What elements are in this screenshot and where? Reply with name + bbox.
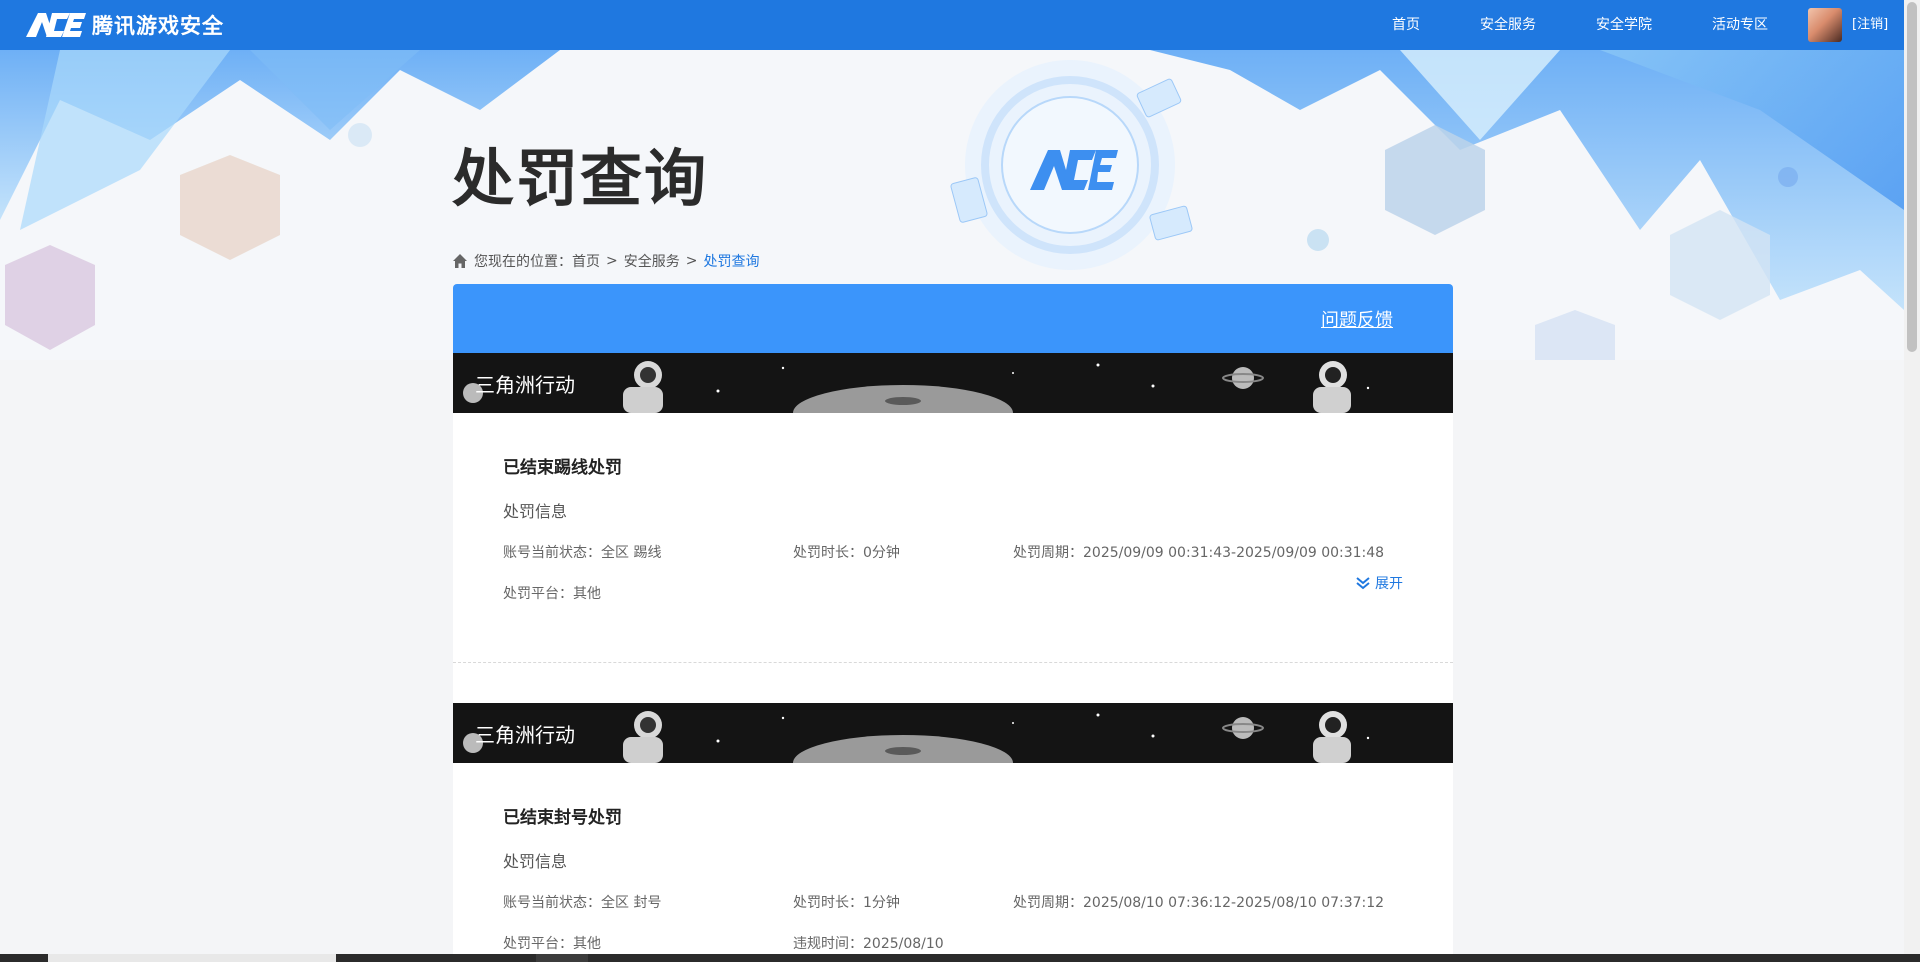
game-name: 三角洲行动 [475, 723, 575, 747]
account-status: 账号当前状态：全区 封号 [503, 895, 662, 911]
punishment-duration: 处罚时长：1分钟 [793, 895, 900, 911]
game-banner-art [453, 353, 1453, 413]
punishment-record: 已结束踢线处罚 处罚信息 账号当前状态：全区 踢线 处罚时长：0分钟 处罚周期：… [453, 413, 1453, 663]
taskbar-search[interactable] [48, 954, 336, 962]
panel-header: 问题反馈 [453, 284, 1453, 353]
record-info-row: 账号当前状态：全区 封号 处罚时长：1分钟 处罚周期：2025/08/10 07… [503, 892, 1403, 912]
breadcrumb-prefix: 您现在的位置： [474, 254, 572, 270]
punishment-record: 已结束封号处罚 处罚信息 账号当前状态：全区 封号 处罚时长：1分钟 处罚周期：… [453, 763, 1453, 953]
game-banner-art [453, 703, 1453, 763]
breadcrumb-separator: > [685, 253, 698, 269]
record-title: 已结束踢线处罚 [503, 458, 622, 478]
breadcrumb-service-link[interactable]: 安全服务 [624, 251, 680, 271]
record-info-row: 处罚平台：其他 [503, 583, 1403, 603]
nav-security-service[interactable]: 安全服务 [1480, 0, 1536, 50]
nav-home[interactable]: 首页 [1392, 0, 1420, 50]
taskbar-app[interactable] [536, 954, 588, 962]
feedback-link[interactable]: 问题反馈 [1321, 306, 1393, 332]
logout-link[interactable]: [注销] [1852, 0, 1888, 50]
punishment-duration: 处罚时长：0分钟 [793, 545, 900, 561]
punishment-period: 处罚周期：2025/09/09 00:31:43-2025/09/09 00:3… [1013, 545, 1385, 561]
punishment-period: 处罚周期：2025/08/10 07:36:12-2025/08/10 07:3… [1013, 895, 1385, 911]
expand-label: 展开 [1375, 576, 1403, 592]
breadcrumb-home-link[interactable]: 首页 [572, 251, 600, 271]
expand-button[interactable]: 展开 [1355, 573, 1403, 593]
breadcrumb-current: 处罚查询 [703, 254, 760, 270]
record-info-row: 处罚平台：其他 违规时间：2025/08/10 [503, 933, 1403, 953]
logo-text: 腾讯游戏安全 [92, 14, 224, 38]
violation-time: 违规时间：2025/08/10 [793, 936, 944, 952]
page-title: 处罚查询 [452, 142, 709, 215]
os-taskbar [0, 954, 1920, 962]
punishment-platform: 处罚平台：其他 [503, 936, 601, 952]
site-logo[interactable]: 腾讯游戏安全 [24, 9, 224, 41]
ace-logo-icon [26, 13, 86, 37]
record-subtitle: 处罚信息 [503, 502, 568, 521]
breadcrumb: 您现在的位置： 首页 > 安全服务 > 处罚查询 [452, 251, 759, 271]
nav-academy[interactable]: 安全学院 [1596, 0, 1652, 50]
game-banner: 三角洲行动 [453, 353, 1453, 413]
user-avatar[interactable] [1808, 8, 1842, 42]
punishment-panel: 问题反馈 三角洲行动 已结束踢线处罚 处罚信息 账号当前状态：全区 踢线 处罚时… [453, 284, 1453, 954]
double-chevron-down-icon [1356, 577, 1370, 590]
home-icon [453, 254, 467, 268]
record-spacer [453, 663, 1453, 703]
top-nav-bar: 腾讯游戏安全 首页 安全服务 安全学院 活动专区 [注销] [0, 0, 1904, 50]
game-banner: 三角洲行动 [453, 703, 1453, 763]
page-scrollbar-thumb[interactable] [1907, 2, 1917, 352]
record-title: 已结束封号处罚 [503, 808, 622, 828]
punishment-platform: 处罚平台：其他 [503, 586, 601, 602]
record-info-row: 账号当前状态：全区 踢线 处罚时长：0分钟 处罚周期：2025/09/09 00… [503, 542, 1403, 562]
game-name: 三角洲行动 [475, 373, 575, 397]
nav-events[interactable]: 活动专区 [1712, 0, 1768, 50]
record-subtitle: 处罚信息 [503, 852, 568, 871]
breadcrumb-separator: > [606, 253, 618, 269]
record-divider [453, 662, 1453, 663]
account-status: 账号当前状态：全区 踢线 [503, 545, 662, 561]
